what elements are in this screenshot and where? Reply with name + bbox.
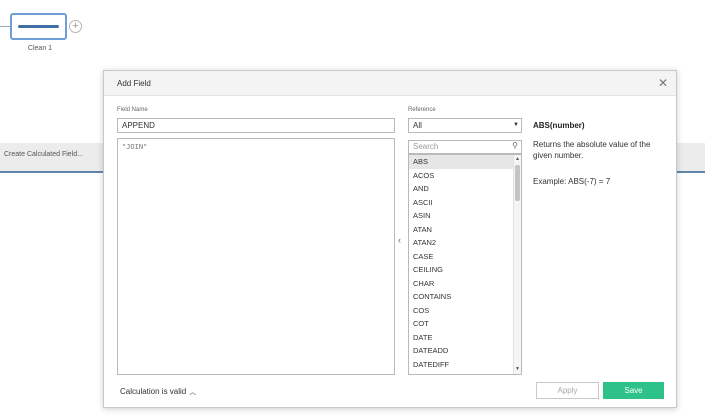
field-name-label: Field Name xyxy=(117,107,148,113)
function-item[interactable]: DATE xyxy=(409,331,521,345)
reference-select[interactable]: All ▼ xyxy=(408,118,522,133)
function-item[interactable]: CASE xyxy=(409,250,521,264)
scroll-thumb[interactable] xyxy=(515,165,520,201)
clean-step-node[interactable] xyxy=(10,13,67,40)
help-description: Returns the absolute value of the given … xyxy=(533,140,651,160)
chevron-down-icon: ▼ xyxy=(513,122,519,128)
function-item[interactable]: CHAR xyxy=(409,277,521,291)
function-item[interactable]: DATEDIFF xyxy=(409,358,521,372)
dialog-title: Add Field xyxy=(117,79,151,88)
function-item[interactable]: ASCII xyxy=(409,196,521,210)
function-item[interactable]: ATAN xyxy=(409,223,521,237)
help-title: ABS(number) xyxy=(533,121,585,130)
close-icon[interactable]: ✕ xyxy=(656,76,670,90)
function-item[interactable]: ABS xyxy=(409,155,521,169)
help-example: Example: ABS(-7) = 7 xyxy=(533,177,611,186)
calculation-editor[interactable]: "JOIN" xyxy=(117,138,395,375)
search-icon: ⚲ xyxy=(512,141,518,150)
reference-select-value: All xyxy=(413,121,422,130)
function-item[interactable]: COS xyxy=(409,304,521,318)
chevron-left-icon[interactable]: ‹ xyxy=(398,235,401,245)
function-list[interactable]: ABS ACOS AND ASCII ASIN ATAN ATAN2 CASE CEILING C… xyxy=(408,154,522,375)
plus-circle-icon[interactable]: + xyxy=(69,20,82,33)
create-calculated-field-label[interactable]: Create Calculated Field... xyxy=(4,151,83,158)
function-item[interactable]: DATEADD xyxy=(409,344,521,358)
function-list-scrollbar[interactable]: ▲ ▼ xyxy=(513,155,521,374)
function-item[interactable]: AND xyxy=(409,182,521,196)
function-item[interactable]: DATENAME xyxy=(409,371,521,374)
function-item[interactable]: ACOS xyxy=(409,169,521,183)
reference-label: Reference xyxy=(408,107,436,113)
clean-step-bar xyxy=(18,25,59,28)
flow-connector xyxy=(0,26,10,27)
function-items: ABS ACOS AND ASCII ASIN ATAN ATAN2 CASE CEILING C… xyxy=(409,155,521,374)
search-placeholder: Search xyxy=(413,142,439,151)
save-button[interactable]: Save xyxy=(603,382,664,399)
clean-step-label: Clean 1 xyxy=(27,45,53,52)
function-item[interactable]: CONTAINS xyxy=(409,290,521,304)
function-search-input[interactable]: Search ⚲ xyxy=(408,140,522,154)
calculation-status-text: Calculation is valid xyxy=(120,387,187,396)
scroll-down-icon[interactable]: ▼ xyxy=(515,366,520,372)
scroll-up-icon[interactable]: ▲ xyxy=(515,156,520,162)
dialog-header: Add Field ✕ xyxy=(104,71,676,96)
apply-button[interactable]: Apply xyxy=(536,382,599,399)
function-item[interactable]: COT xyxy=(409,317,521,331)
chevron-up-icon: ︿ xyxy=(189,389,197,396)
function-item[interactable]: ATAN2 xyxy=(409,236,521,250)
function-item[interactable]: CEILING xyxy=(409,263,521,277)
add-field-dialog: Add Field ✕ Field Name APPEND "JOIN" ‹ R… xyxy=(103,70,677,408)
calculation-status[interactable]: Calculation is valid ︿ xyxy=(120,387,196,397)
field-name-input[interactable]: APPEND xyxy=(117,118,395,133)
function-item[interactable]: ASIN xyxy=(409,209,521,223)
